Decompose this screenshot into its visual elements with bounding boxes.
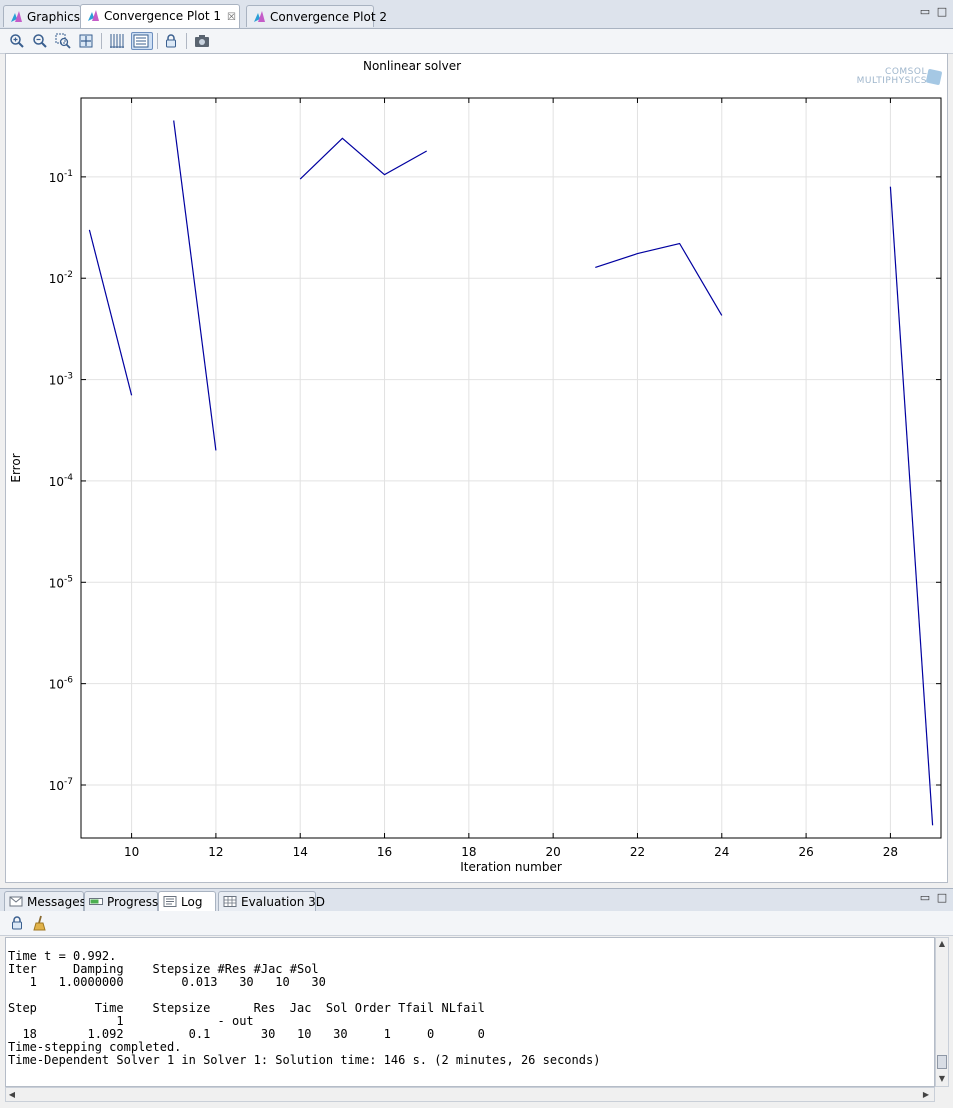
clear-log-button[interactable]	[31, 914, 49, 932]
tab-evaluation-3d[interactable]: Evaluation 3D	[218, 891, 325, 911]
scroll-right-icon[interactable]: ▶	[920, 1088, 932, 1101]
legend-icon	[133, 34, 149, 48]
series-line	[173, 120, 217, 451]
maximize-icon[interactable]: □	[936, 892, 948, 903]
zoom-extents-button[interactable]	[77, 32, 95, 50]
x-tick-label: 24	[714, 845, 729, 859]
scroll-down-icon[interactable]: ▼	[936, 1073, 948, 1085]
scroll-left-icon[interactable]: ◀	[6, 1088, 18, 1101]
editor-tab-bar: Graphics Convergence Plot 1 ☒ Convergence…	[0, 0, 953, 29]
broom-icon	[33, 915, 46, 931]
tab-convergence-plot-2[interactable]: Convergence Plot 2	[246, 5, 387, 27]
convergence-plot-icon	[88, 10, 99, 21]
show-grid-button[interactable]	[108, 32, 126, 50]
y-tick-label: 10-1	[49, 169, 73, 185]
toolbar-separator	[101, 33, 102, 49]
y-tick-label: 10-3	[49, 372, 73, 388]
camera-icon	[195, 35, 209, 47]
series-line	[595, 242, 723, 316]
tab-log[interactable]: Log	[158, 891, 216, 911]
output-tab-bar: Messages Progress Log Evaluation 3D ▭ □	[0, 888, 953, 912]
x-tick-label: 22	[630, 845, 645, 859]
tab-label: Messages	[27, 895, 86, 909]
lock-axis-button[interactable]	[162, 32, 180, 50]
maximize-icon[interactable]: □	[936, 6, 948, 17]
tab-label: Progress	[107, 895, 159, 909]
y-tick-label: 10-6	[49, 676, 74, 692]
toolbar-separator	[186, 33, 187, 49]
x-tick-label: 20	[546, 845, 561, 859]
toolbar-separator	[157, 33, 158, 49]
log-text: Time t = 0.992. Iter Damping Stepsize #R…	[8, 949, 601, 1067]
image-snapshot-button[interactable]	[193, 32, 211, 50]
plot-area	[80, 97, 942, 839]
y-tick-label: 10-4	[49, 473, 74, 489]
x-tick-label: 12	[208, 845, 223, 859]
plot-toolbar	[0, 29, 953, 54]
convergence-chart[interactable]: Nonlinear solver 10 12 14 16 18 20 22 24 26 28 10-…	[6, 54, 947, 882]
log-vertical-scrollbar[interactable]: ▲ ▼	[935, 937, 949, 1087]
x-tick-label: 10	[124, 845, 139, 859]
x-tick-label: 16	[377, 845, 392, 859]
series-line	[88, 229, 133, 396]
tab-label: Convergence Plot 1	[104, 9, 221, 23]
axis-ticks: 10 12 14 16 18 20 22 24 26 28 10-1 10-2 10-3 10-4 10-5…	[49, 98, 941, 859]
chart-title: Nonlinear solver	[363, 59, 461, 73]
show-legend-button[interactable]	[131, 32, 153, 50]
scrollbar-thumb[interactable]	[937, 1055, 947, 1069]
minimize-icon[interactable]: ▭	[919, 892, 931, 903]
close-icon[interactable]: ☒	[227, 7, 236, 29]
convergence-plot-icon	[254, 11, 265, 22]
lock-scroll-button[interactable]	[8, 914, 26, 932]
tab-label: Graphics	[27, 10, 80, 24]
table-icon	[223, 896, 237, 907]
x-tick-label: 18	[461, 845, 476, 859]
zoom-box-button[interactable]	[54, 32, 72, 50]
y-tick-label: 10-2	[49, 270, 73, 286]
tab-messages[interactable]: Messages	[4, 891, 86, 911]
log-output[interactable]: Time t = 0.992. Iter Damping Stepsize #R…	[5, 937, 935, 1087]
zoom-out-button[interactable]	[31, 32, 49, 50]
tab-convergence-plot-1[interactable]: Convergence Plot 1 ☒	[80, 4, 240, 28]
minimize-icon[interactable]: ▭	[919, 6, 931, 17]
graphics-icon	[11, 11, 22, 22]
lock-icon	[166, 34, 176, 48]
x-tick-label: 26	[798, 845, 813, 859]
x-tick-label: 28	[883, 845, 898, 859]
x-tick-label: 14	[293, 845, 308, 859]
zoom-extents-icon	[79, 34, 93, 48]
zoom-in-button[interactable]	[8, 32, 26, 50]
messages-icon	[9, 896, 23, 907]
y-axis-label: Error	[9, 453, 23, 482]
zoom-box-icon	[55, 33, 71, 49]
zoom-in-icon	[10, 34, 24, 48]
tab-label: Evaluation 3D	[241, 895, 326, 909]
scroll-up-icon[interactable]: ▲	[936, 938, 948, 950]
log-icon	[163, 896, 177, 907]
grid-icon	[110, 34, 124, 48]
x-axis-label: Iteration number	[460, 860, 562, 874]
series-line	[299, 137, 427, 180]
zoom-out-icon	[33, 34, 47, 48]
tab-label: Log	[181, 895, 203, 909]
y-tick-label: 10-5	[49, 574, 73, 590]
tab-progress[interactable]: Progress	[84, 891, 158, 911]
series-line	[889, 186, 934, 826]
tab-graphics[interactable]: Graphics	[3, 5, 81, 27]
log-toolbar	[0, 911, 953, 936]
grid-lines	[81, 98, 941, 838]
convergence-plot-panel: COMSOL MULTIPHYSICS Nonlinear solver 10 1…	[5, 53, 948, 883]
y-tick-label: 10-7	[49, 777, 73, 793]
tab-label: Convergence Plot 2	[270, 10, 387, 24]
progress-icon	[89, 898, 103, 905]
lock-icon	[12, 916, 22, 930]
log-horizontal-scrollbar[interactable]: ◀ ▶	[5, 1087, 935, 1102]
